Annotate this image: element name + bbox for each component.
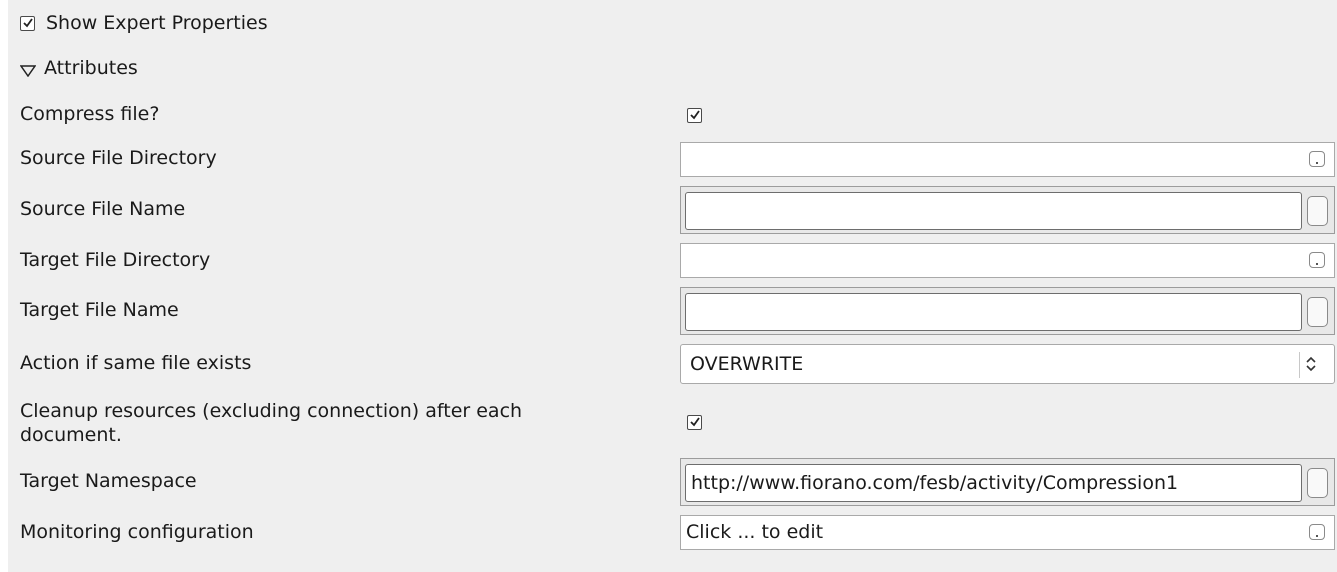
cleanup-label-line2: document. xyxy=(20,424,122,446)
monitoring-configuration-label: Monitoring configuration xyxy=(20,521,254,543)
cleanup-label-line1: Cleanup resources (excluding connection)… xyxy=(20,400,523,422)
monitoring-configuration-edit-button[interactable] xyxy=(1309,524,1325,540)
target-namespace-label: Target Namespace xyxy=(20,470,197,492)
target-namespace-value: http://www.fiorano.com/fesb/activity/Com… xyxy=(691,472,1179,494)
monitoring-configuration-field[interactable]: Click ... to edit xyxy=(680,515,1335,550)
target-file-directory-label: Target File Directory xyxy=(20,249,211,271)
source-file-directory-browse-button[interactable] xyxy=(1309,151,1325,167)
target-file-name-browse-button[interactable] xyxy=(1307,297,1328,327)
target-namespace-group: http://www.fiorano.com/fesb/activity/Com… xyxy=(680,458,1335,506)
target-file-name-group xyxy=(680,287,1335,335)
source-file-name-group xyxy=(680,186,1335,234)
source-file-name-input[interactable] xyxy=(685,192,1302,230)
source-file-directory-label: Source File Directory xyxy=(20,147,217,169)
show-expert-label: Show Expert Properties xyxy=(46,12,268,34)
collapse-triangle-icon[interactable] xyxy=(19,60,37,82)
show-expert-checkbox[interactable] xyxy=(20,16,35,31)
properties-panel: Show Expert Properties Attributes Compre… xyxy=(8,0,1337,572)
select-separator xyxy=(1299,352,1300,378)
source-file-name-label: Source File Name xyxy=(20,198,186,220)
source-file-name-browse-button[interactable] xyxy=(1307,196,1328,226)
target-file-name-input[interactable] xyxy=(685,293,1302,331)
compress-file-label: Compress file? xyxy=(20,103,160,125)
cleanup-checkbox[interactable] xyxy=(687,415,702,430)
target-file-name-label: Target File Name xyxy=(20,299,179,321)
target-namespace-input[interactable]: http://www.fiorano.com/fesb/activity/Com… xyxy=(685,464,1302,502)
source-file-directory-field[interactable] xyxy=(680,142,1335,177)
compress-file-checkbox[interactable] xyxy=(687,108,702,123)
monitoring-configuration-value: Click ... to edit xyxy=(686,521,824,543)
action-if-exists-select[interactable]: OVERWRITE xyxy=(680,344,1335,384)
action-if-exists-value: OVERWRITE xyxy=(690,353,804,375)
target-namespace-browse-button[interactable] xyxy=(1307,468,1328,498)
action-if-exists-label: Action if same file exists xyxy=(20,352,252,374)
chevron-up-down-icon xyxy=(1305,355,1317,378)
target-file-directory-browse-button[interactable] xyxy=(1309,252,1325,268)
attributes-section-label: Attributes xyxy=(44,57,138,79)
target-file-directory-field[interactable] xyxy=(680,243,1335,278)
